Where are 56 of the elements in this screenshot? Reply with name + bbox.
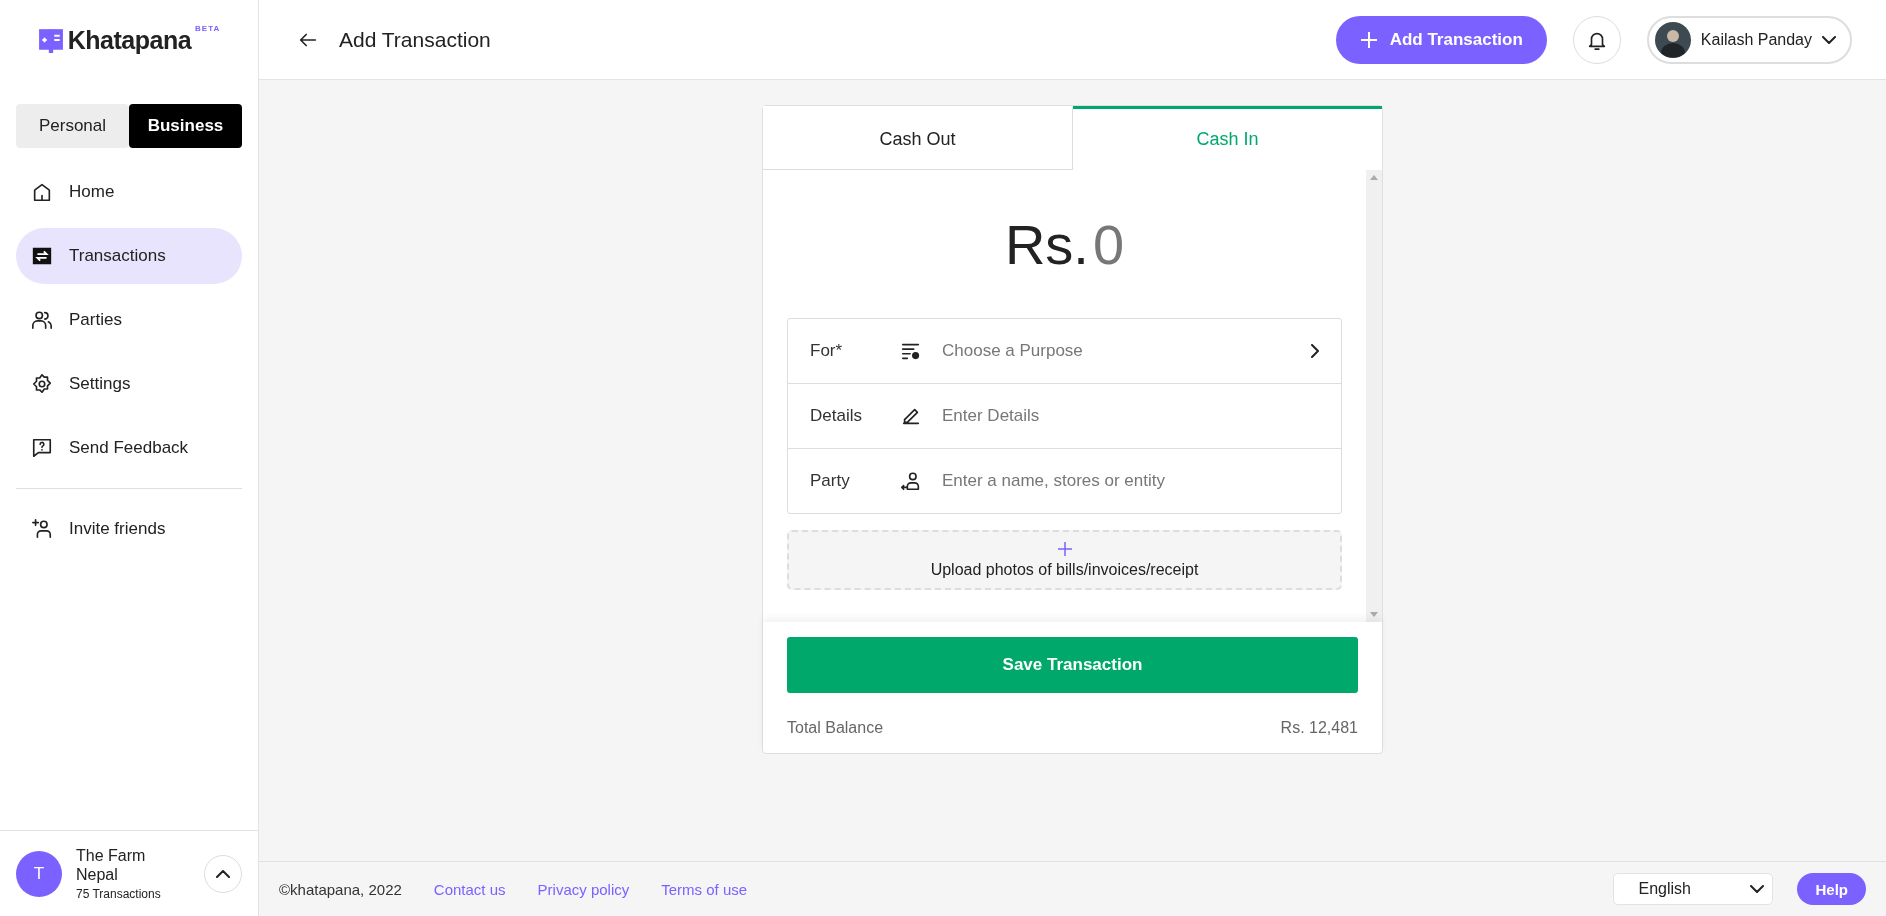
beta-label: BETA: [195, 24, 221, 33]
footer-link[interactable]: Privacy policy: [537, 880, 630, 898]
sidebar-item[interactable]: Send Feedback: [16, 420, 242, 476]
chevron-down-icon: [1750, 885, 1765, 893]
invite-item[interactable]: Invite friends: [16, 501, 242, 557]
input-field[interactable]: Choose a Purpose: [942, 341, 1311, 361]
mode-tab[interactable]: Business: [129, 104, 242, 148]
expand-button[interactable]: [204, 854, 242, 893]
sidebar-label: Invite friends: [69, 519, 166, 539]
balance-label: Total Balance: [787, 719, 884, 737]
footer-link[interactable]: Contact us: [433, 880, 506, 898]
people-icon: [31, 309, 53, 331]
logo-icon: [37, 27, 64, 53]
balance-value: Rs. 12,481: [1280, 719, 1358, 737]
transfer-icon: [31, 245, 53, 267]
transaction-count: 75 Transactions: [76, 887, 162, 901]
plus-icon: [1359, 30, 1378, 49]
mode-tab[interactable]: Personal: [16, 104, 129, 148]
settings-icon: [31, 373, 53, 395]
sidebar-label: Home: [69, 182, 115, 202]
upload-area[interactable]: Upload photos of bills/invoices/receipt: [787, 530, 1342, 590]
amount-value[interactable]: 0: [1092, 211, 1125, 277]
sidebar-label: Settings: [69, 374, 131, 394]
language-select[interactable]: English: [1613, 873, 1774, 905]
user-menu[interactable]: Kailash Panday: [1646, 15, 1852, 64]
person-icon: [900, 470, 922, 492]
chevron-down-icon: [1822, 35, 1836, 44]
account-name: The Farm Nepal: [76, 846, 147, 884]
field-label: For*: [810, 341, 844, 361]
chevron-right-icon: [1311, 344, 1319, 358]
avatar-icon: [1654, 21, 1691, 58]
page-title: Add Transaction: [339, 27, 492, 52]
field-label: Party: [810, 471, 851, 491]
input-field[interactable]: Enter Details: [942, 406, 1319, 426]
sidebar-label: Transactions: [69, 246, 166, 266]
plus-icon: [1056, 541, 1073, 557]
brand-name: Khatapana: [67, 25, 192, 55]
sidebar-item[interactable]: Home: [16, 164, 242, 220]
account-avatar: T: [16, 850, 62, 897]
input-field[interactable]: Enter a name, stores or entity: [942, 471, 1319, 491]
home-icon: [31, 181, 53, 203]
feedback-icon: [31, 437, 53, 459]
add-person-icon: [31, 518, 53, 540]
add-transaction-button[interactable]: Add Transaction: [1335, 15, 1547, 64]
copyright-text: ©khatapana, 2022: [279, 880, 402, 898]
sidebar-label: Send Feedback: [69, 438, 189, 458]
transaction-tab[interactable]: Cash Out: [763, 106, 1073, 170]
sidebar-label: Parties: [69, 310, 122, 330]
currency-label: Rs.: [1004, 211, 1089, 277]
field-label: Details: [810, 406, 863, 426]
footer-link[interactable]: Terms of use: [661, 880, 748, 898]
help-button[interactable]: Help: [1797, 873, 1866, 905]
sidebar-item[interactable]: Settings: [16, 356, 242, 412]
sidebar-item[interactable]: Parties: [16, 292, 242, 348]
chevron-up-icon: [216, 869, 230, 878]
sidebar-item[interactable]: Transactions: [16, 228, 242, 284]
